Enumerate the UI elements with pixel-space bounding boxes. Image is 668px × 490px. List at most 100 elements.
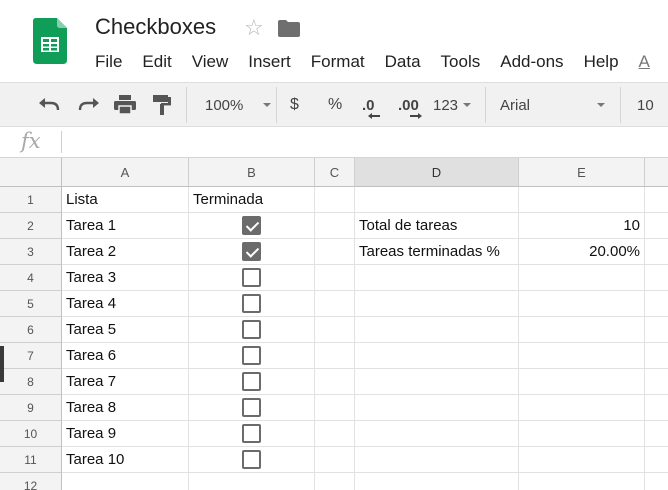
cell-f3[interactable] [645,239,668,265]
cell-a6[interactable]: Tarea 5 [62,317,189,343]
cell-e12[interactable] [519,473,645,490]
cell-c9[interactable] [315,395,355,421]
cell-a5[interactable]: Tarea 4 [62,291,189,317]
cell-c2[interactable] [315,213,355,239]
cell-f6[interactable] [645,317,668,343]
document-title[interactable]: Checkboxes [95,14,216,40]
cell-a8[interactable]: Tarea 7 [62,369,189,395]
cell-c8[interactable] [315,369,355,395]
cell-b1[interactable]: Terminada [189,187,315,213]
cell-c1[interactable] [315,187,355,213]
cell-c6[interactable] [315,317,355,343]
cell-b5[interactable] [189,291,315,317]
cell-b4[interactable] [189,265,315,291]
cell-f10[interactable] [645,421,668,447]
cell-d8[interactable] [355,369,519,395]
cell-e10[interactable] [519,421,645,447]
cell-f12[interactable] [645,473,668,490]
cell-c7[interactable] [315,343,355,369]
cell-e5[interactable] [519,291,645,317]
redo-button[interactable] [78,83,100,127]
column-header-b[interactable]: B [189,158,315,187]
cell-c11[interactable] [315,447,355,473]
row-header[interactable]: 4 [0,265,62,291]
cell-e1[interactable] [519,187,645,213]
cell-d12[interactable] [355,473,519,490]
cell-c12[interactable] [315,473,355,490]
checkbox-checked[interactable] [242,216,261,235]
cell-b12[interactable] [189,473,315,490]
column-header-e[interactable]: E [519,158,645,187]
currency-format-button[interactable]: $ [290,83,299,127]
menu-item-add-ons[interactable]: Add-ons [500,51,563,73]
cell-f4[interactable] [645,265,668,291]
cell-e9[interactable] [519,395,645,421]
cell-a4[interactable]: Tarea 3 [62,265,189,291]
checkbox-unchecked[interactable] [242,346,261,365]
paint-format-button[interactable] [153,83,171,127]
cell-a1[interactable]: Lista [62,187,189,213]
cell-b6[interactable] [189,317,315,343]
formula-input[interactable] [68,133,658,153]
checkbox-unchecked[interactable] [242,424,261,443]
row-header[interactable]: 10 [0,421,62,447]
cell-f9[interactable] [645,395,668,421]
cell-e11[interactable] [519,447,645,473]
checkbox-unchecked[interactable] [242,398,261,417]
menu-item-edit[interactable]: Edit [142,51,171,73]
cell-f8[interactable] [645,369,668,395]
decrease-decimal-button[interactable]: .0 [362,83,380,127]
folder-icon[interactable] [278,20,300,37]
checkbox-unchecked[interactable] [242,320,261,339]
cell-d1[interactable] [355,187,519,213]
cell-a7[interactable]: Tarea 6 [62,343,189,369]
row-header[interactable]: 1 [0,187,62,213]
star-icon[interactable]: ☆ [244,14,264,42]
percent-format-button[interactable]: % [328,83,342,127]
row-header[interactable]: 6 [0,317,62,343]
menu-item-view[interactable]: View [192,51,229,73]
menu-item-insert[interactable]: Insert [248,51,291,73]
font-select[interactable]: Arial [500,83,605,127]
cell-b8[interactable] [189,369,315,395]
row-header[interactable]: 9 [0,395,62,421]
cell-f2[interactable] [645,213,668,239]
zoom-select[interactable]: 100% [205,83,272,127]
row-header[interactable]: 11 [0,447,62,473]
cell-d4[interactable] [355,265,519,291]
checkbox-unchecked[interactable] [242,372,261,391]
cell-e3[interactable]: 20.00% [519,239,645,265]
cell-a11[interactable]: Tarea 10 [62,447,189,473]
cell-f11[interactable] [645,447,668,473]
column-header-c[interactable]: C [315,158,355,187]
cell-d6[interactable] [355,317,519,343]
cell-d2[interactable]: Total de tareas [355,213,519,239]
row-header[interactable]: 7 [0,343,62,369]
cell-d10[interactable] [355,421,519,447]
sheets-logo-icon[interactable] [33,18,67,64]
menu-item-a[interactable]: A [639,51,650,73]
print-button[interactable] [114,83,136,127]
cell-a3[interactable]: Tarea 2 [62,239,189,265]
undo-button[interactable] [38,83,60,127]
cell-e7[interactable] [519,343,645,369]
menu-item-data[interactable]: Data [385,51,421,73]
cell-a12[interactable] [62,473,189,490]
cell-a2[interactable]: Tarea 1 [62,213,189,239]
cell-a9[interactable]: Tarea 8 [62,395,189,421]
cell-f1[interactable] [645,187,668,213]
menu-item-format[interactable]: Format [311,51,365,73]
cell-c5[interactable] [315,291,355,317]
font-size-select[interactable]: 10 [637,83,654,127]
cell-e2[interactable]: 10 [519,213,645,239]
row-header[interactable]: 2 [0,213,62,239]
cell-e4[interactable] [519,265,645,291]
row-header[interactable]: 5 [0,291,62,317]
cell-b9[interactable] [189,395,315,421]
select-all-corner[interactable] [0,158,62,187]
checkbox-unchecked[interactable] [242,450,261,469]
increase-decimal-button[interactable]: .00 [398,83,422,127]
row-header[interactable]: 12 [0,473,62,490]
cell-d11[interactable] [355,447,519,473]
cell-e6[interactable] [519,317,645,343]
